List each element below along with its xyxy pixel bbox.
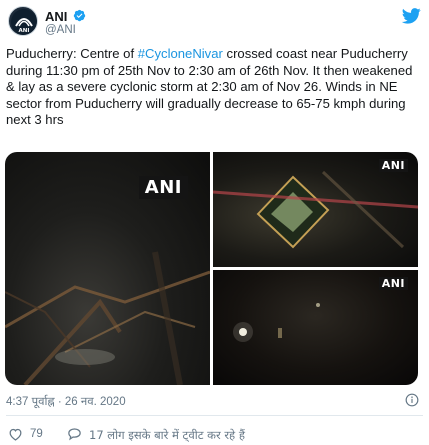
tweet-header: ANI ANI @ANI bbox=[6, 4, 423, 36]
ani-watermark: ANI bbox=[378, 277, 408, 290]
ani-logo-icon: ANI bbox=[11, 9, 37, 35]
author-avatar[interactable]: ANI bbox=[8, 6, 38, 36]
tweet-text-before: Puducherry: Centre of bbox=[6, 46, 138, 61]
ani-watermark: ANI bbox=[138, 176, 188, 199]
conversation-link[interactable]: 17 लोग इसके बारे में ट्वीट कर रहे हैं bbox=[89, 428, 245, 443]
tweet-text: Puducherry: Centre of #CycloneNivar cros… bbox=[6, 46, 420, 129]
hashtag-link[interactable]: #CycloneNivar bbox=[138, 46, 223, 61]
verified-icon bbox=[73, 9, 86, 22]
media-photo-3[interactable]: ANI bbox=[213, 270, 418, 385]
ani-watermark: ANI bbox=[378, 159, 408, 172]
comment-icon[interactable] bbox=[67, 427, 82, 441]
twitter-icon[interactable] bbox=[402, 8, 421, 24]
info-icon[interactable] bbox=[405, 393, 419, 407]
media-photo-2[interactable]: ANI bbox=[213, 152, 418, 267]
tweet-timestamp[interactable]: 4:37 पूर्वाह्न · 26 नव. 2020 bbox=[6, 394, 126, 409]
heart-icon[interactable] bbox=[8, 427, 23, 441]
author-handle[interactable]: @ANI bbox=[45, 24, 76, 36]
divider bbox=[6, 415, 423, 416]
svg-text:ANI: ANI bbox=[19, 28, 30, 34]
like-count[interactable]: 79 bbox=[30, 428, 43, 440]
media-grid: ANI ANI ANI bbox=[5, 152, 418, 385]
author-name[interactable]: ANI bbox=[45, 9, 67, 24]
media-photo-1[interactable]: ANI bbox=[5, 152, 210, 385]
